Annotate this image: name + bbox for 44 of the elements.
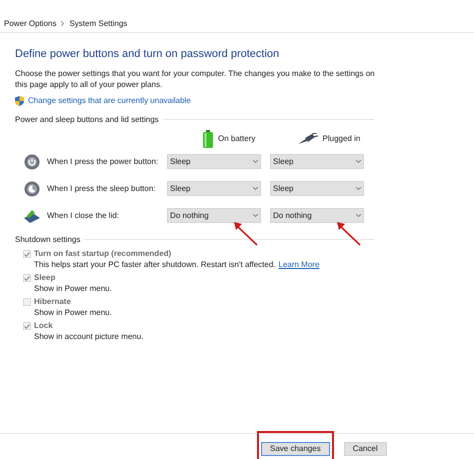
save-button[interactable]: Save changes	[261, 442, 330, 456]
checkmark-icon	[24, 276, 30, 280]
dropdown[interactable]: Sleep	[167, 154, 261, 169]
moon-icon	[24, 180, 40, 196]
option-description: Show in Power menu.	[34, 283, 112, 295]
column-header: Plugged in	[322, 132, 360, 144]
dropdown[interactable]: Sleep	[270, 154, 364, 169]
setting-label: When I press the sleep button:	[47, 182, 157, 194]
setting-label: When I close the lid:	[47, 210, 120, 222]
option-label: Hibernate	[34, 296, 71, 308]
cancel-button[interactable]: Cancel	[344, 442, 387, 456]
section-title: Shutdown settings	[15, 234, 80, 246]
breadcrumb-item[interactable]: Power Options	[4, 18, 56, 30]
column-header: On battery	[218, 132, 256, 144]
checkmark-icon	[24, 324, 30, 328]
description: Choose the power settings that you want for your computer. The changes you make to the settings on this page apply to all of your power plans.	[15, 68, 375, 90]
option-description: Show in Power menu.	[34, 307, 112, 319]
chevron-down-icon	[356, 187, 361, 190]
chevron-down-icon	[356, 214, 361, 217]
option-label: Sleep	[34, 272, 56, 284]
option-description: Show in account picture menu.	[34, 331, 144, 343]
setting-label: When I press the power button:	[47, 156, 160, 168]
dropdown[interactable]: Sleep	[270, 181, 364, 196]
battery-icon	[203, 130, 213, 148]
section-title: Power and sleep buttons and lid settings	[15, 114, 159, 126]
chevron-down-icon	[253, 160, 258, 163]
laptop-icon	[23, 208, 41, 224]
power-icon	[24, 154, 40, 170]
breadcrumb-item[interactable]: System Settings	[69, 18, 128, 30]
chevron-down-icon	[253, 187, 258, 190]
admin-link[interactable]: Change settings that are currently unavailable	[28, 94, 191, 106]
chevron-right-icon	[61, 21, 64, 26]
dropdown[interactable]: Sleep	[167, 181, 261, 196]
page-title: Define power buttons and turn on password protection	[15, 47, 280, 62]
checkmark-icon	[24, 252, 30, 256]
chevron-down-icon	[253, 214, 258, 217]
plug-icon	[298, 132, 318, 144]
dropdown[interactable]: Do nothing	[270, 208, 364, 223]
chevron-down-icon	[356, 160, 361, 163]
option-description: This helps start your PC faster after shutdown. Restart isn't affected.	[34, 259, 276, 271]
dropdown[interactable]: Do nothing	[167, 208, 261, 223]
option-label: Turn on fast startup (recommended)	[34, 248, 172, 260]
option-label: Lock	[34, 320, 53, 332]
shield-icon	[15, 96, 24, 106]
